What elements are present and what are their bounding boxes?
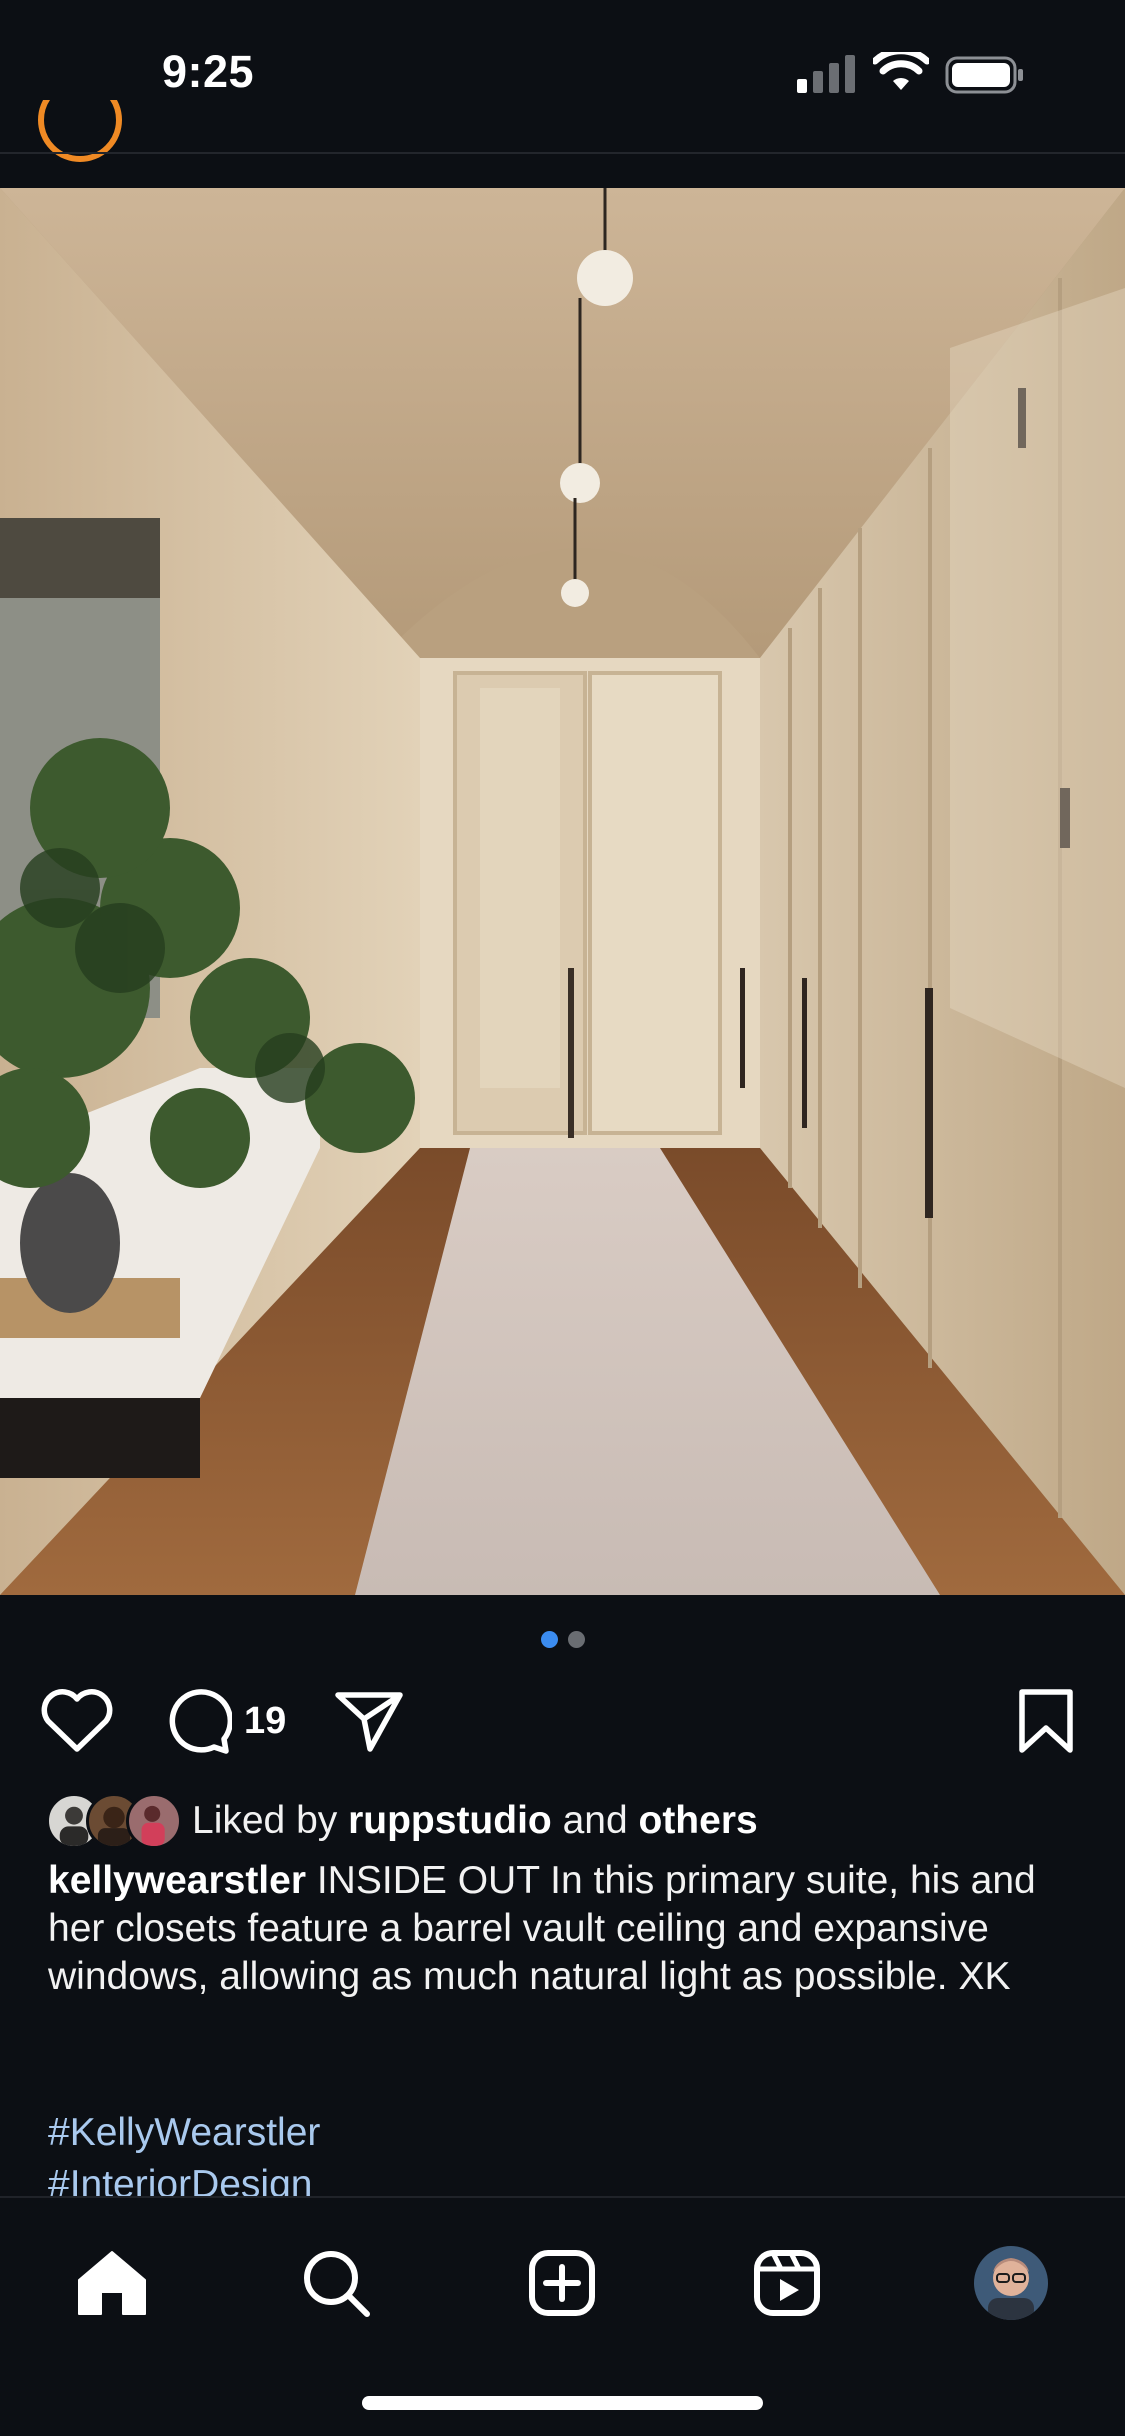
share-button[interactable] [334, 1686, 404, 1756]
carousel-indicator [0, 1631, 1125, 1648]
share-icon [335, 1692, 403, 1752]
story-avatar-ring[interactable] [34, 100, 126, 170]
header-divider [0, 152, 1125, 154]
comment-count: 19 [244, 1699, 287, 1742]
liked-by-user-link[interactable]: ruppstudio [348, 1799, 552, 1842]
search-icon [304, 2251, 370, 2317]
avatar [126, 1793, 182, 1849]
likes-middle: and [551, 1799, 639, 1842]
profile-avatar [974, 2246, 1048, 2320]
home-icon [78, 2251, 146, 2315]
post-image-illustration [0, 188, 1125, 1595]
battery-icon [945, 56, 1023, 94]
save-button[interactable] [1016, 1686, 1076, 1756]
nav-search[interactable] [291, 2238, 381, 2328]
carousel-dot [567, 1631, 585, 1648]
create-icon [529, 2250, 595, 2316]
heart-icon [41, 1689, 113, 1752]
status-time: 9:25 [162, 46, 255, 97]
nav-profile[interactable] [966, 2238, 1056, 2328]
nav-create[interactable] [517, 2238, 607, 2328]
post-actions: 19 [0, 1686, 1125, 1756]
post-image[interactable] [0, 188, 1125, 1595]
likes-text: Liked by ruppstudio and others [192, 1799, 758, 1843]
carousel-dot-active [540, 1631, 558, 1648]
caption-username[interactable]: kellywearstler [48, 1859, 306, 1902]
nav-reels[interactable] [742, 2238, 832, 2328]
nav-home[interactable] [67, 2238, 157, 2328]
likes-row[interactable]: Liked by ruppstudio and others [46, 1793, 758, 1849]
bookmark-icon [1019, 1689, 1073, 1753]
like-button[interactable] [40, 1686, 114, 1756]
comment-icon [169, 1689, 232, 1754]
status-bar: 9:25 [0, 0, 1125, 150]
likes-prefix: Liked by [192, 1799, 349, 1842]
home-indicator[interactable] [362, 2396, 763, 2410]
likes-others-link[interactable]: others [639, 1799, 758, 1842]
comment-button[interactable]: 19 [164, 1686, 286, 1756]
cellular-signal-icon [797, 55, 855, 93]
liker-avatars [46, 1793, 184, 1849]
wifi-icon [873, 52, 929, 90]
post-caption: kellywearstler INSIDE OUT In this primar… [48, 1857, 1088, 2001]
hashtag-link[interactable]: #KellyWearstler [48, 2107, 1088, 2159]
reels-icon [754, 2250, 820, 2316]
